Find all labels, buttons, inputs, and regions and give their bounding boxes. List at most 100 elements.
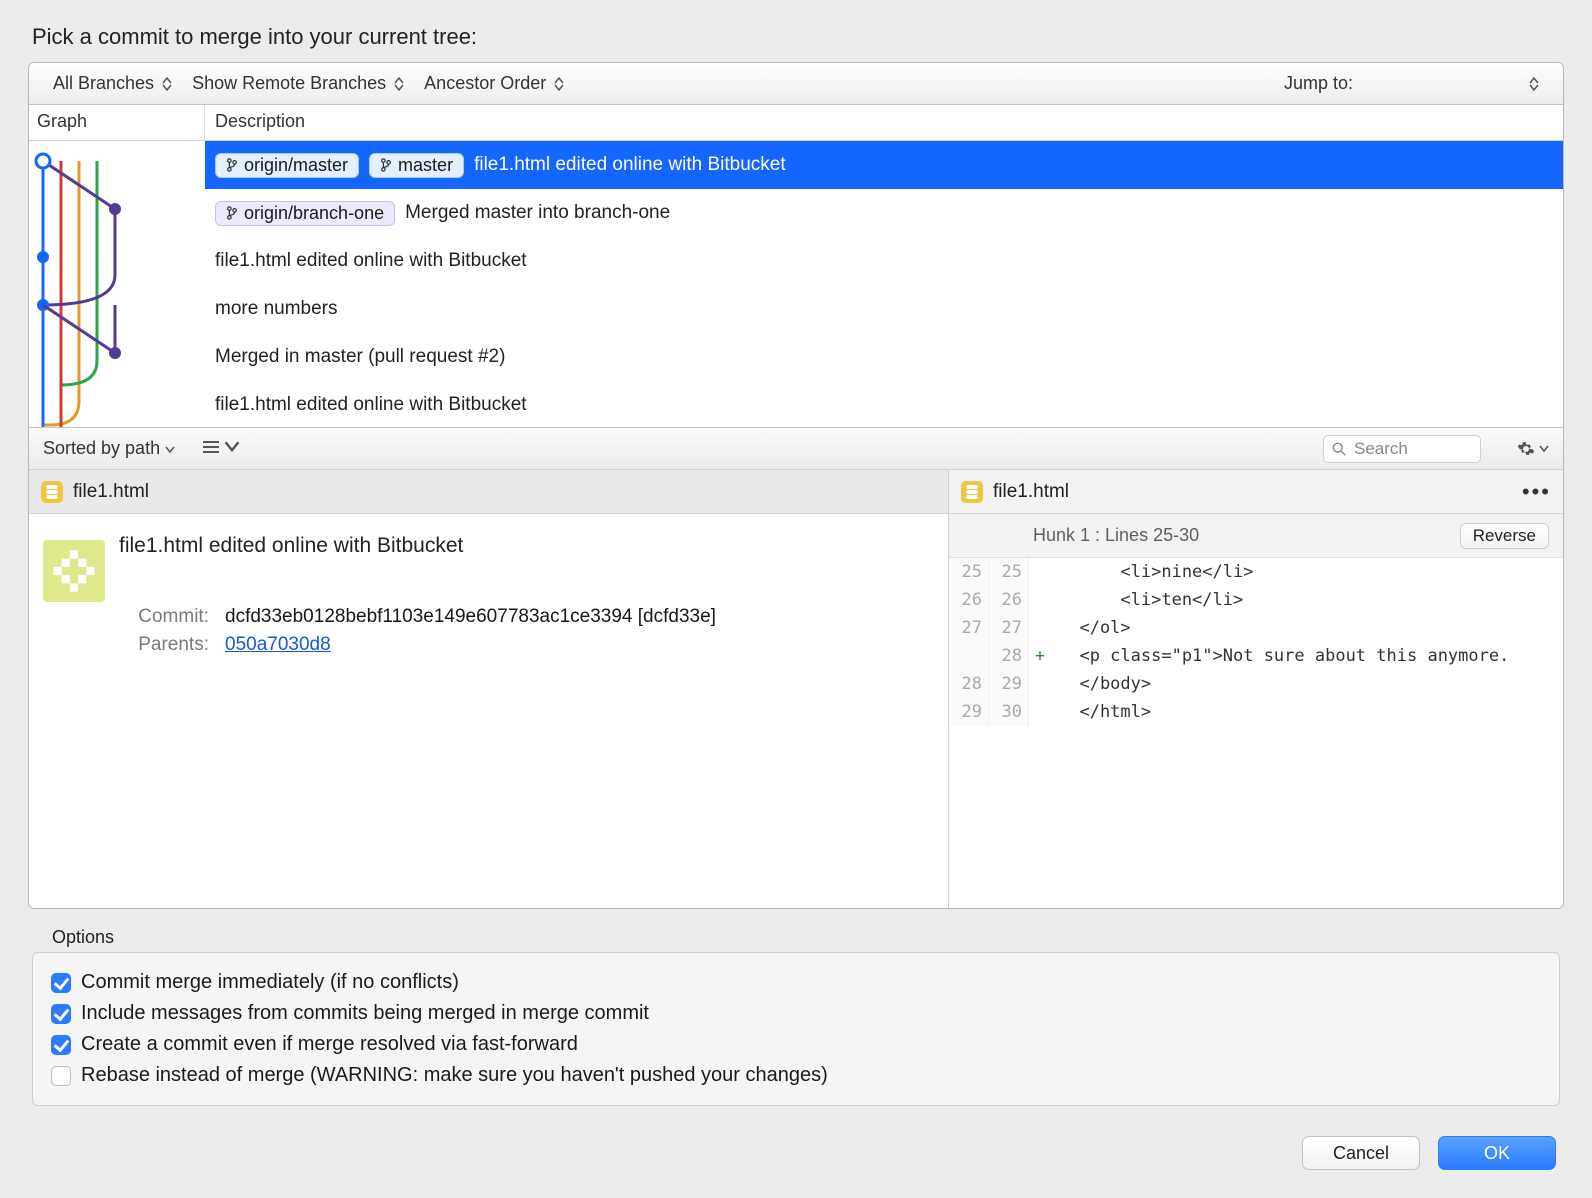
commit-row-message: Merged in master (pull request #2) [215, 346, 505, 368]
line-new: 25 [989, 558, 1029, 586]
ok-button[interactable]: OK [1438, 1136, 1556, 1170]
settings-dropdown[interactable] [1517, 440, 1549, 458]
merge-dialog: Pick a commit to merge into your current… [0, 0, 1592, 1198]
diff-sign: + [1029, 642, 1051, 670]
gear-icon [1517, 440, 1535, 458]
file-modified-icon [41, 481, 63, 503]
option-checkbox[interactable] [51, 1004, 71, 1024]
line-new: 30 [989, 698, 1029, 726]
diff-code: </ol> [1051, 614, 1563, 642]
branch-tag[interactable]: origin/branch-one [215, 201, 395, 226]
option-row[interactable]: Create a commit even if merge resolved v… [51, 1029, 1541, 1060]
diff-sign [1029, 614, 1051, 642]
hunk-label: Hunk 1 : Lines 25-30 [1033, 525, 1199, 546]
options-group: Commit merge immediately (if no conflict… [32, 952, 1560, 1106]
diff-sign [1029, 670, 1051, 698]
line-new: 26 [989, 586, 1029, 614]
commit-graph-list: origin/master master file1.html edited onl… [29, 141, 1563, 427]
commit-row-message: Merged master into branch-one [405, 202, 670, 224]
column-headers: Graph Description [29, 105, 1563, 141]
diff-sign [1029, 586, 1051, 614]
commit-hash: dcfd33eb0128bebf1103e149e607783ac1ce3394… [225, 606, 716, 628]
order-filter-label: Ancestor Order [424, 73, 546, 94]
stepper-icon [162, 75, 172, 93]
commit-graph-icon [29, 141, 205, 427]
commit-row[interactable]: origin/master master file1.html edited onl… [205, 141, 1563, 189]
option-label: Include messages from commits being merg… [81, 1002, 649, 1025]
order-filter[interactable]: Ancestor Order [414, 69, 574, 98]
branch-tag-label: origin/branch-one [244, 203, 384, 224]
search-icon [1332, 442, 1346, 456]
option-row[interactable]: Include messages from commits being merg… [51, 998, 1541, 1029]
file-name: file1.html [73, 481, 149, 503]
diff-pane: file1.html ••• Hunk 1 : Lines 25-30 Reve… [949, 470, 1563, 908]
chevron-down-icon [224, 440, 240, 454]
reverse-button[interactable]: Reverse [1460, 523, 1549, 549]
option-checkbox[interactable] [51, 973, 71, 993]
branch-tag-label: origin/master [244, 155, 348, 176]
file-list-pane: file1.html file1.html edited online wi [29, 470, 949, 908]
show-remote-filter[interactable]: Show Remote Branches [182, 69, 414, 98]
diff-sign [1029, 698, 1051, 726]
parent-link[interactable]: 050a7030d8 [225, 634, 331, 656]
commit-row[interactable]: file1.html edited online with Bitbucket [205, 237, 1563, 285]
view-mode-dropdown[interactable] [203, 438, 240, 459]
detail-toolbar: Sorted by path Search [29, 427, 1563, 469]
option-row[interactable]: Commit merge immediately (if no conflict… [51, 967, 1541, 998]
branches-filter[interactable]: All Branches [43, 69, 182, 98]
commit-row[interactable]: Merged in master (pull request #2) [205, 333, 1563, 381]
more-icon[interactable]: ••• [1522, 479, 1551, 505]
file-modified-icon [961, 481, 983, 503]
line-new: 28 [989, 642, 1029, 670]
diff-code: <li>ten</li> [1051, 586, 1563, 614]
option-checkbox[interactable] [51, 1066, 71, 1086]
line-new: 27 [989, 614, 1029, 642]
diff-file-name: file1.html [993, 481, 1069, 503]
diff-sign [1029, 558, 1051, 586]
commit-row[interactable]: origin/branch-one Merged master into bran… [205, 189, 1563, 237]
diff-code: </html> [1051, 698, 1563, 726]
jump-to-label: Jump to: [1284, 73, 1353, 94]
column-description[interactable]: Description [205, 105, 1563, 140]
commit-row-message: file1.html edited online with Bitbucket [215, 394, 527, 416]
commit-row-message: file1.html edited online with Bitbucket [474, 154, 786, 176]
show-remote-label: Show Remote Branches [192, 73, 386, 94]
chevron-down-icon [165, 446, 175, 454]
option-label: Commit merge immediately (if no conflict… [81, 971, 459, 994]
branches-filter-label: All Branches [53, 73, 154, 94]
dialog-heading: Pick a commit to merge into your current… [32, 24, 1564, 50]
avatar-icon [43, 540, 105, 602]
parents-label: Parents: [119, 634, 209, 656]
diff-view[interactable]: 2525 <li>nine</li>2626 <li>ten</li>2727 … [949, 558, 1563, 726]
sort-dropdown[interactable]: Sorted by path [43, 438, 175, 459]
commit-row[interactable]: more numbers [205, 285, 1563, 333]
hunk-header: Hunk 1 : Lines 25-30 Reverse [949, 514, 1563, 558]
file-row[interactable]: file1.html [29, 470, 948, 514]
line-old: 26 [949, 586, 989, 614]
filter-toolbar: All Branches Show Remote Branches Ancest… [29, 63, 1563, 105]
diff-code: <p class="p1">Not sure about this anymor… [1051, 642, 1563, 670]
branch-tag[interactable]: master [369, 153, 464, 178]
line-old: 28 [949, 670, 989, 698]
commit-row[interactable]: file1.html edited online with Bitbucket [205, 381, 1563, 427]
chevron-down-icon [1539, 445, 1549, 453]
commit-row-message: file1.html edited online with Bitbucket [215, 250, 527, 272]
diff-code: </body> [1051, 670, 1563, 698]
lines-icon [203, 440, 219, 454]
cancel-button[interactable]: Cancel [1302, 1136, 1420, 1170]
sort-label: Sorted by path [43, 438, 160, 458]
option-row[interactable]: Rebase instead of merge (WARNING: make s… [51, 1060, 1541, 1091]
branch-tag-label: master [398, 155, 453, 176]
stepper-icon [554, 75, 564, 93]
stepper-icon [1529, 75, 1539, 93]
commit-hash-label: Commit: [119, 606, 209, 628]
branch-tag[interactable]: origin/master [215, 153, 359, 178]
column-graph[interactable]: Graph [29, 105, 205, 140]
commit-info: file1.html edited online with Bitbucket … [29, 514, 948, 672]
search-input[interactable]: Search [1323, 435, 1481, 463]
line-old: 25 [949, 558, 989, 586]
jump-to-dropdown[interactable]: Jump to: [1274, 69, 1549, 98]
option-checkbox[interactable] [51, 1035, 71, 1055]
options-heading: Options [52, 927, 1560, 948]
commit-row-message: more numbers [215, 298, 338, 320]
